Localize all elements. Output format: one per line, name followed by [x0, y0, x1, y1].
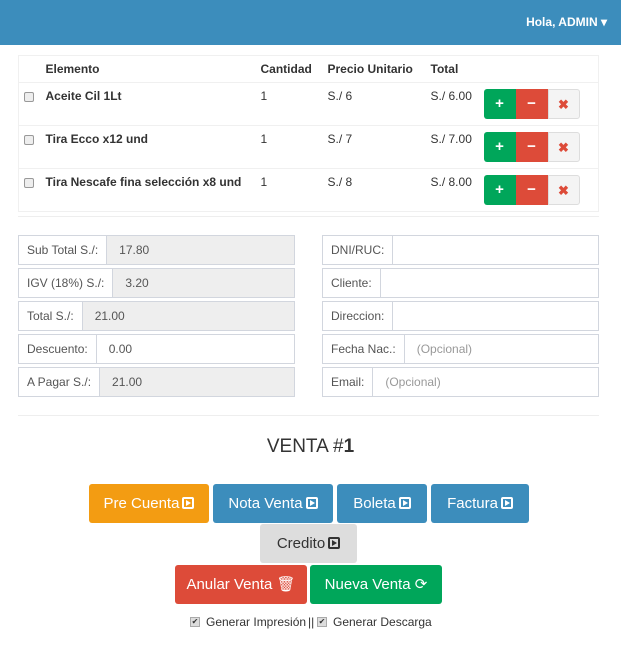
- igv-field: 3.20: [113, 268, 295, 298]
- venta-number: 1: [343, 436, 355, 457]
- nota-venta-label: Nota Venta: [228, 495, 303, 512]
- row-checkbox[interactable]: [24, 178, 34, 188]
- row-checkbox[interactable]: [24, 135, 34, 145]
- table-row: Tira Nescafe fina selección x8 und 1 S./…: [18, 168, 599, 212]
- item-name: Tira Nescafe fina selección x8 und: [40, 168, 256, 212]
- item-price: S./ 6: [322, 82, 426, 126]
- boleta-button[interactable]: Boleta: [337, 484, 427, 523]
- descarga-option[interactable]: ✔ Generar Descarga: [317, 615, 432, 629]
- dni-input[interactable]: [393, 235, 599, 265]
- descuento-label: Descuento:: [18, 334, 97, 364]
- descarga-label: Generar Descarga: [333, 615, 432, 629]
- subtotal-field: 17.80: [107, 235, 295, 265]
- play-square-icon: [398, 497, 411, 509]
- apagar-group: A Pagar S./: 21.00: [18, 367, 295, 397]
- item-qty: 1: [255, 168, 323, 212]
- item-total: S./ 8.00: [425, 168, 479, 212]
- header-cantidad: Cantidad: [260, 62, 312, 76]
- credito-label: Credito: [276, 535, 326, 552]
- pre-cuenta-button[interactable]: Pre Cuenta: [89, 484, 209, 523]
- decrease-button[interactable]: −: [515, 132, 548, 162]
- impresion-option[interactable]: ✔ Generar Impresión ||: [190, 615, 314, 629]
- table-row: Aceite Cil 1Lt 1 S./ 6 S./ 6.00 + − ✖: [18, 82, 599, 126]
- decrease-button[interactable]: −: [515, 89, 548, 119]
- item-total: S./ 6.00: [425, 82, 479, 126]
- anular-venta-button[interactable]: Anular Venta 🗑: [175, 565, 307, 604]
- email-group: Email: (Opcional): [322, 367, 599, 397]
- total-field: 21.00: [82, 301, 295, 331]
- play-square-icon: [182, 497, 195, 509]
- item-name: Tira Ecco x12 und: [40, 125, 256, 169]
- trash-icon: 🗑: [276, 576, 296, 593]
- total-label: Total S./:: [18, 301, 83, 331]
- decrease-button[interactable]: −: [515, 175, 548, 205]
- table-row: Tira Ecco x12 und 1 S./ 7 S./ 7.00 + − ✖: [18, 125, 599, 169]
- apagar-label: A Pagar S./:: [18, 367, 101, 397]
- impresion-checkbox[interactable]: ✔: [190, 617, 200, 627]
- nueva-label: Nueva Venta: [324, 576, 411, 593]
- nota-venta-button[interactable]: Nota Venta: [213, 484, 333, 523]
- header-total: Total: [430, 62, 459, 76]
- fecha-label: Fecha Nac.:: [322, 334, 405, 364]
- remove-button[interactable]: ✖: [547, 175, 580, 205]
- remove-button[interactable]: ✖: [547, 132, 580, 162]
- user-menu[interactable]: Hola, ADMIN ▾: [526, 15, 607, 29]
- factura-label: Factura: [447, 495, 498, 512]
- apagar-field: 21.00: [100, 367, 295, 397]
- direccion-input[interactable]: [393, 301, 599, 331]
- pre-cuenta-label: Pre Cuenta: [103, 495, 180, 512]
- items-table: Elemento Cantidad Precio Unitario Total …: [18, 55, 599, 212]
- play-square-icon: [305, 497, 318, 509]
- caret-down-icon: ▾: [600, 15, 607, 29]
- item-name: Aceite Cil 1Lt: [40, 82, 256, 126]
- remove-button[interactable]: ✖: [547, 89, 580, 119]
- item-qty: 1: [255, 82, 323, 126]
- header-precio: Precio Unitario: [327, 62, 413, 76]
- boleta-label: Boleta: [353, 495, 396, 512]
- increase-button[interactable]: +: [483, 89, 516, 119]
- item-qty: 1: [255, 125, 323, 169]
- navbar: Hola, ADMIN ▾: [0, 0, 621, 45]
- anular-label: Anular Venta: [186, 576, 273, 593]
- item-total: S./ 7.00: [425, 125, 479, 169]
- direccion-group: Direccion:: [322, 301, 599, 331]
- direccion-label: Direccion:: [322, 301, 394, 331]
- divider: [18, 415, 599, 416]
- cliente-group: Cliente:: [322, 268, 599, 298]
- cliente-label: Cliente:: [322, 268, 381, 298]
- email-label: Email:: [322, 367, 374, 397]
- subtotal-label: Sub Total S./:: [18, 235, 108, 265]
- total-group: Total S./: 21.00: [18, 301, 295, 331]
- email-input[interactable]: (Opcional): [373, 367, 599, 397]
- igv-label: IGV (18%) S./:: [18, 268, 114, 298]
- dni-label: DNI/RUC:: [322, 235, 394, 265]
- descarga-checkbox[interactable]: ✔: [317, 617, 327, 627]
- subtotal-group: Sub Total S./: 17.80: [18, 235, 295, 265]
- item-price: S./ 8: [322, 168, 426, 212]
- table-header: Elemento Cantidad Precio Unitario Total: [19, 56, 599, 83]
- impresion-label: Generar Impresión: [206, 615, 307, 629]
- separator: ||: [308, 615, 315, 629]
- fecha-group: Fecha Nac.: (Opcional): [322, 334, 599, 364]
- increase-button[interactable]: +: [483, 175, 516, 205]
- increase-button[interactable]: +: [483, 132, 516, 162]
- play-square-icon: [328, 537, 341, 549]
- credito-button[interactable]: Credito: [260, 524, 357, 563]
- divider: [18, 216, 599, 217]
- factura-button[interactable]: Factura: [431, 484, 529, 523]
- refresh-icon: ⟳: [414, 576, 428, 593]
- venta-label: VENTA #: [266, 436, 344, 457]
- nueva-venta-button[interactable]: Nueva Venta ⟳: [310, 565, 442, 604]
- venta-title: VENTA #1: [0, 436, 621, 458]
- descuento-input[interactable]: 0.00: [96, 334, 295, 364]
- descuento-group: Descuento: 0.00: [18, 334, 295, 364]
- cliente-input[interactable]: [380, 268, 599, 298]
- play-square-icon: [500, 497, 513, 509]
- row-checkbox[interactable]: [24, 92, 34, 102]
- item-price: S./ 7: [322, 125, 426, 169]
- dni-group: DNI/RUC:: [322, 235, 599, 265]
- igv-group: IGV (18%) S./: 3.20: [18, 268, 295, 298]
- header-elemento: Elemento: [45, 62, 100, 76]
- fecha-input[interactable]: (Opcional): [404, 334, 599, 364]
